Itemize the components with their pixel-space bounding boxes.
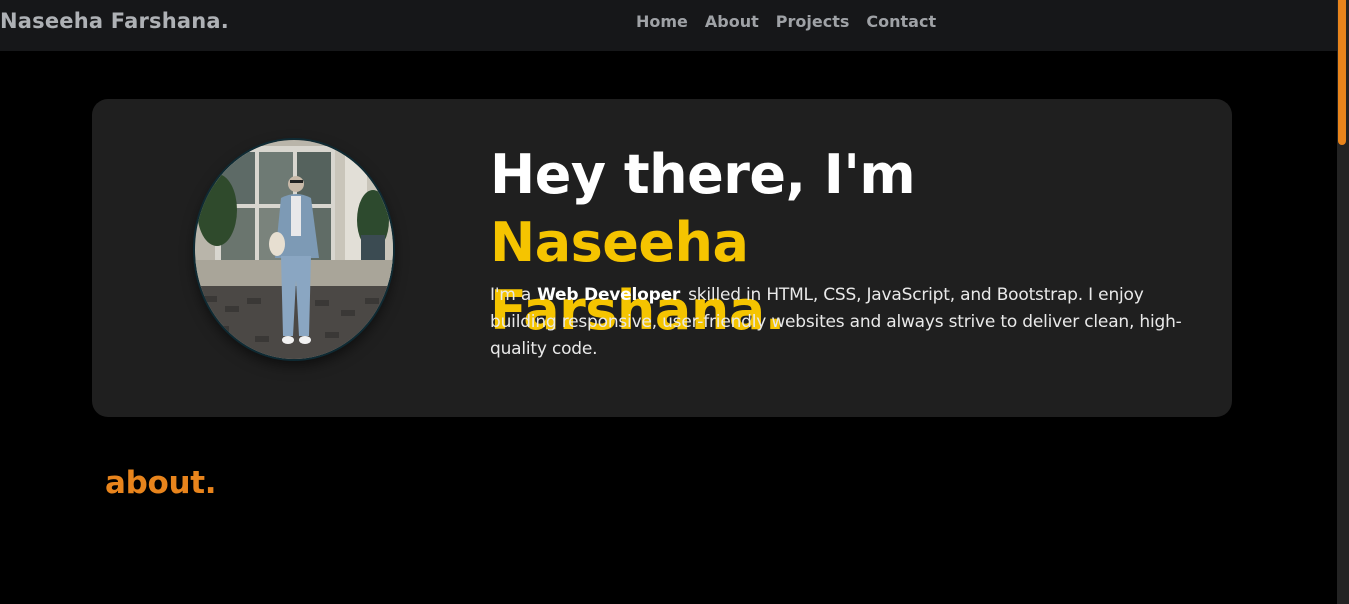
nav-link-home[interactable]: Home bbox=[636, 12, 688, 31]
about-heading: about. bbox=[105, 465, 217, 501]
nav-link-about[interactable]: About bbox=[705, 12, 759, 31]
profile-photo bbox=[195, 140, 393, 359]
hero-desc-prefix: I'm a bbox=[490, 285, 532, 305]
hero-name-first: Naseeha bbox=[490, 211, 749, 274]
brand-logo-text[interactable]: Naseeha Farshana. bbox=[0, 9, 229, 33]
nav-link-projects[interactable]: Projects bbox=[776, 12, 850, 31]
nav-links: Home About Projects Contact bbox=[636, 12, 936, 31]
hero-role: Web Developer bbox=[537, 285, 681, 305]
hero-card: Hey there, I'm Naseeha Farshana. I'm a Web… bbox=[92, 99, 1232, 417]
scrollbar-thumb[interactable] bbox=[1338, 0, 1346, 145]
hero-description: I'm a Web Developer skilled in HTML, CSS, … bbox=[490, 282, 1200, 363]
navbar: Naseeha Farshana. Home About Projects Co… bbox=[0, 0, 1337, 51]
nav-link-contact[interactable]: Contact bbox=[866, 12, 936, 31]
page: Naseeha Farshana. Home About Projects Co… bbox=[0, 0, 1349, 604]
page-scrollbar[interactable] bbox=[1337, 0, 1349, 604]
hero-greeting: Hey there, I'm bbox=[490, 143, 916, 206]
profile-photo-image bbox=[195, 140, 393, 359]
